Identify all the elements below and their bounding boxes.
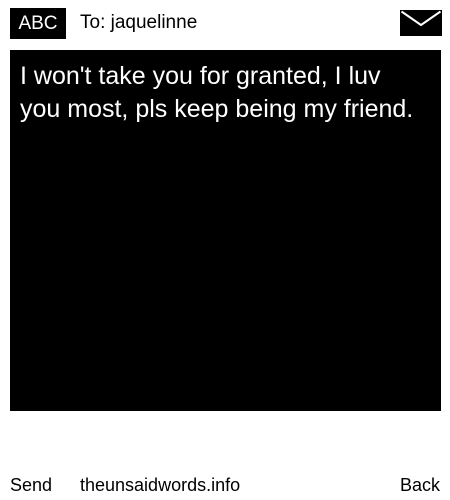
header-bar: ABC To: jaquelinne	[0, 0, 450, 46]
envelope-icon	[400, 10, 442, 36]
recipient-label: To: jaquelinne	[80, 12, 198, 33]
send-button[interactable]: Send	[10, 473, 52, 497]
softkey-bar: Send theunsaidwords.info Back	[0, 470, 450, 500]
back-button[interactable]: Back	[400, 473, 440, 497]
message-compose-area[interactable]: I won't take you for granted, I luv you …	[10, 50, 441, 411]
site-label: theunsaidwords.info	[80, 475, 241, 495]
input-mode-badge[interactable]: ABC	[10, 8, 66, 39]
message-body: I won't take you for granted, I luv you …	[20, 62, 414, 123]
